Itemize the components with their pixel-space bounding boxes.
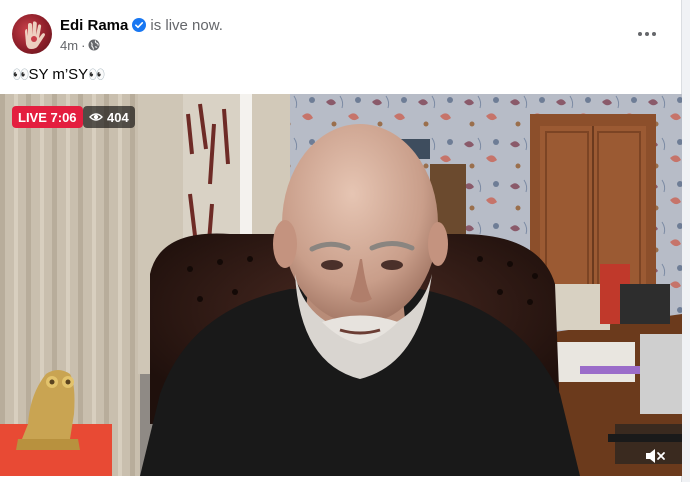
- eyes-emoji-left: 👀: [12, 65, 29, 82]
- eyes-emoji-right: 👀: [88, 65, 105, 82]
- post-timestamp[interactable]: 4m: [60, 38, 78, 53]
- live-status-text: is live now.: [150, 16, 223, 34]
- live-video-player[interactable]: LIVE 7:06 404: [0, 94, 682, 476]
- hand-logo-icon: [25, 21, 45, 49]
- more-options-icon: [638, 32, 642, 36]
- video-frame-image: [0, 94, 682, 476]
- post-meta: 4m ·: [60, 37, 100, 53]
- viewer-count-badge: 404: [83, 106, 135, 128]
- avatar[interactable]: [12, 14, 52, 54]
- more-options-icon-dot: [645, 32, 649, 36]
- post-header: Edi Rama is live now. 4m ·: [12, 12, 669, 56]
- caption-text: SY m’SY: [28, 65, 89, 83]
- muted-volume-icon: [646, 449, 665, 463]
- globe-icon[interactable]: [88, 39, 100, 51]
- verified-badge-icon: [132, 18, 147, 32]
- viewer-count: 404: [107, 109, 129, 125]
- eye-icon: [89, 110, 103, 124]
- meta-separator: ·: [81, 37, 86, 53]
- live-badge: LIVE 7:06: [12, 106, 83, 128]
- more-options-button[interactable]: [631, 18, 663, 50]
- author-name[interactable]: Edi Rama: [60, 17, 128, 34]
- author-line: Edi Rama is live now.: [60, 15, 223, 35]
- feed-gutter: [682, 0, 690, 482]
- volume-button[interactable]: [642, 444, 668, 468]
- post-card: Edi Rama is live now. 4m · 👀 SY m’SY 👀 L…: [0, 0, 682, 482]
- more-options-icon-dot: [652, 32, 656, 36]
- post-caption: 👀 SY m’SY 👀: [12, 64, 106, 84]
